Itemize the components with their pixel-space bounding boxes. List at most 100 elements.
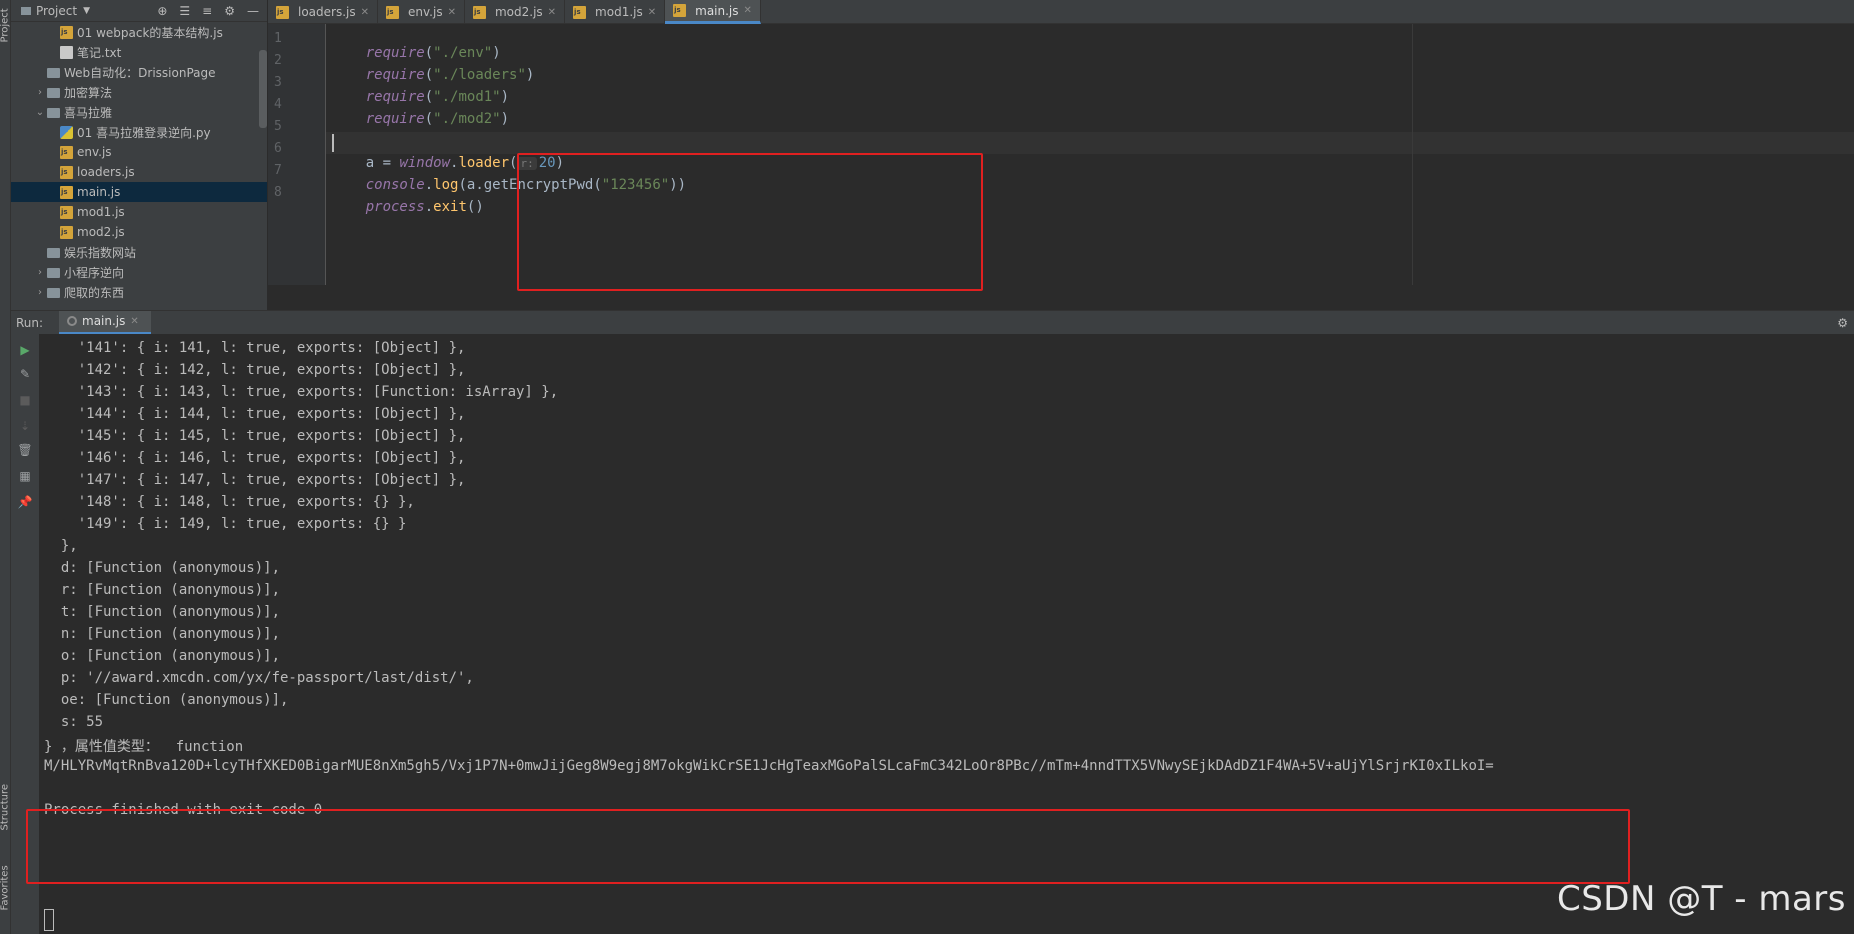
- tree-item[interactable]: › 加密算法: [11, 82, 267, 102]
- project-title[interactable]: Project: [36, 4, 77, 18]
- gear-icon[interactable]: ⚙: [224, 4, 235, 18]
- tree-item[interactable]: › 小程序逆向: [11, 262, 267, 282]
- folder-icon: [47, 87, 60, 98]
- line-number: 1: [274, 31, 282, 46]
- close-icon[interactable]: ✕: [361, 7, 369, 18]
- js-file-icon: [673, 4, 687, 17]
- tree-item-label: mod1.js: [77, 205, 125, 219]
- js-file-icon: [386, 5, 400, 19]
- console-line: '146': { i: 146, l: true, exports: [Obje…: [44, 450, 466, 466]
- tree-item[interactable]: 笔记.txt: [11, 42, 267, 62]
- soft-wrap-icon[interactable]: ⇣: [17, 418, 33, 434]
- line-number: 7: [274, 163, 282, 178]
- run-label: Run:: [16, 315, 44, 330]
- chevron-right-icon[interactable]: ›: [33, 267, 47, 278]
- tree-item[interactable]: ⌄ 喜马拉雅: [11, 102, 267, 122]
- gear-icon[interactable]: ⚙: [1837, 316, 1854, 330]
- close-icon[interactable]: ✕: [744, 5, 752, 16]
- console-line: r: [Function (anonymous)],: [44, 582, 281, 598]
- tree-item[interactable]: mod2.js: [11, 222, 267, 242]
- code-line-8[interactable]: process.exit(): [332, 183, 484, 231]
- line-number: 5: [274, 119, 282, 134]
- js-file-icon: [276, 5, 289, 19]
- tree-item[interactable]: loaders.js: [11, 162, 267, 182]
- expand-all-icon[interactable]: ☰: [179, 4, 190, 18]
- text-file-icon: [60, 45, 73, 59]
- js-file-icon: [573, 5, 587, 19]
- rerun-icon[interactable]: ▶: [17, 342, 33, 358]
- favorites-tool-label[interactable]: Favorites: [0, 865, 11, 910]
- folder-icon: [47, 107, 60, 118]
- tree-item-label: main.js: [77, 185, 121, 199]
- js-file-icon: [60, 25, 73, 39]
- close-icon[interactable]: ✕: [648, 7, 656, 18]
- folder-icon: [47, 247, 60, 258]
- tab-main[interactable]: main.js ✕: [665, 0, 761, 24]
- code-line-4[interactable]: require("./mod2"): [332, 95, 509, 143]
- locate-icon[interactable]: ⊕: [157, 4, 167, 18]
- tree-item[interactable]: mod1.js: [11, 202, 267, 222]
- folder-icon: [47, 67, 60, 78]
- console-line: '142': { i: 142, l: true, exports: [Obje…: [44, 362, 466, 378]
- console-line: s: 55: [44, 714, 104, 730]
- console-line: o: [Function (anonymous)],: [44, 648, 281, 664]
- tab-mod1[interactable]: mod1.js ✕: [565, 0, 666, 24]
- js-file-icon: [472, 5, 486, 19]
- close-icon[interactable]: ✕: [548, 7, 556, 18]
- chevron-right-icon[interactable]: ›: [33, 87, 47, 98]
- console-line: '145': { i: 145, l: true, exports: [Obje…: [44, 428, 466, 444]
- tab-mod2[interactable]: mod2.js ✕: [465, 0, 566, 24]
- tab-label: main.js: [695, 3, 739, 18]
- tree-item-label: env.js: [77, 145, 112, 159]
- console-line: },: [44, 538, 78, 554]
- minimize-icon[interactable]: —: [247, 4, 259, 18]
- right-margin-guide: [1412, 24, 1413, 285]
- console-highlight-box: [26, 809, 1630, 884]
- tab-label: env.js: [408, 5, 443, 19]
- run-tab-main[interactable]: main.js ✕: [59, 310, 151, 335]
- tree-item[interactable]: 01 webpack的基本结构.js: [11, 22, 267, 42]
- tree-item[interactable]: main.js: [11, 182, 267, 202]
- tree-item-label: 01 webpack的基本结构.js: [77, 25, 223, 40]
- line-number: 4: [274, 97, 282, 112]
- tree-item[interactable]: 娱乐指数网站: [11, 242, 267, 262]
- tree-item-label: mod2.js: [77, 225, 125, 239]
- layout-icon[interactable]: ▦: [17, 468, 33, 484]
- chevron-down-icon[interactable]: ▼: [83, 6, 90, 16]
- project-tool-label[interactable]: Project: [0, 8, 11, 42]
- chevron-down-icon[interactable]: ⌄: [33, 107, 47, 118]
- console-line: M/HLYRvMqtRnBva120D+lcyTHfXKED0BigarMUE8…: [44, 758, 1494, 774]
- left-tool-stripe: Project Structure Favorites: [0, 0, 11, 934]
- trash-icon[interactable]: 🗑: [17, 442, 33, 458]
- console-line: '149': { i: 149, l: true, exports: {} }: [44, 516, 407, 532]
- line-number-gutter: 1 2 3 4 5 6 7 8: [268, 24, 326, 285]
- tree-item[interactable]: env.js: [11, 142, 267, 162]
- tree-item-label: 喜马拉雅: [64, 105, 113, 120]
- python-file-icon: [60, 125, 73, 139]
- tree-item-label: 加密算法: [64, 85, 113, 100]
- line-number: 8: [274, 185, 282, 200]
- tab-label: mod2.js: [494, 5, 543, 19]
- stop-icon[interactable]: ■: [17, 392, 33, 408]
- tab-loaders[interactable]: loaders.js ✕: [268, 0, 379, 24]
- chevron-right-icon[interactable]: ›: [33, 287, 47, 298]
- console-line: t: [Function (anonymous)],: [44, 604, 281, 620]
- code-editor[interactable]: 12345678 require("./env") require("./loa…: [268, 24, 1854, 291]
- js-file-icon: [60, 225, 73, 239]
- tree-scrollbar[interactable]: [259, 50, 267, 128]
- wrench-icon[interactable]: ✎: [17, 366, 33, 382]
- structure-tool-label[interactable]: Structure: [0, 784, 11, 831]
- folder-icon: [47, 287, 60, 298]
- tree-item[interactable]: › 爬取的东西: [11, 282, 267, 302]
- folder-icon: [47, 267, 60, 278]
- tab-env[interactable]: env.js ✕: [378, 0, 465, 24]
- close-icon[interactable]: ✕: [130, 316, 138, 327]
- tree-item-label: 01 喜马拉雅登录逆向.py: [77, 125, 211, 140]
- collapse-all-icon[interactable]: ≡: [202, 4, 212, 18]
- pin-icon[interactable]: 📌: [17, 494, 33, 510]
- console-line: '141': { i: 141, l: true, exports: [Obje…: [44, 340, 466, 356]
- close-icon[interactable]: ✕: [448, 7, 456, 18]
- tree-item[interactable]: 01 喜马拉雅登录逆向.py: [11, 122, 267, 142]
- js-file-icon: [60, 185, 73, 199]
- tree-item[interactable]: Web自动化：DrissionPage: [11, 62, 267, 82]
